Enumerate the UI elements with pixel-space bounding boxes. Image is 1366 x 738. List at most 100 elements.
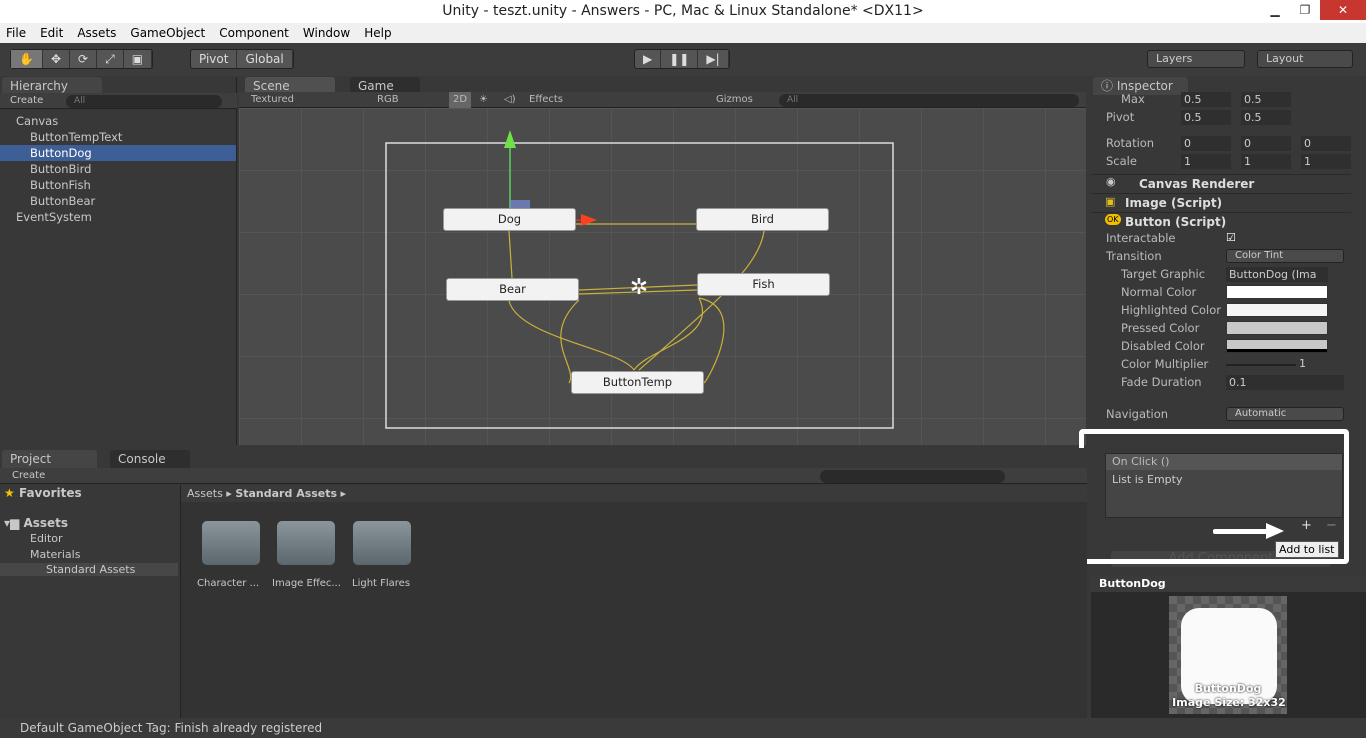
project-search[interactable]	[820, 470, 1005, 483]
pressed-color-swatch[interactable]	[1226, 321, 1328, 335]
2d-toggle[interactable]: 2D	[449, 92, 472, 108]
folder-icon[interactable]	[277, 521, 335, 565]
hierarchy-item[interactable]: ButtonBear	[0, 193, 236, 209]
assets-item[interactable]: ▾▆ Assets	[4, 516, 68, 530]
hierarchy-item[interactable]: Canvas	[0, 113, 236, 129]
hierarchy-item[interactable]: ButtonTempText	[0, 129, 236, 145]
scale-y-field[interactable]: 1	[1241, 154, 1291, 169]
folder-label[interactable]: Image Effec...	[272, 578, 341, 589]
project-create-button[interactable]: Create	[0, 470, 45, 481]
gizmos-dropdown[interactable]: Gizmos	[716, 92, 753, 108]
breadcrumb-standard-assets[interactable]: Standard Assets	[235, 487, 337, 500]
create-button[interactable]: Create	[0, 95, 43, 106]
color-multiplier-value[interactable]: 1	[1299, 357, 1306, 370]
hierarchy-item[interactable]: ButtonBird	[0, 161, 236, 177]
project-panel: Project Console Create ★ Favorites ▾▆ As…	[0, 448, 1087, 718]
rotation-x-field[interactable]: 0	[1181, 136, 1231, 151]
menu-window[interactable]: Window	[303, 23, 350, 43]
scale-tool-icon[interactable]: ⤢	[97, 50, 124, 68]
hand-tool-icon[interactable]: ✋	[11, 50, 43, 68]
hierarchy-panel: Hierarchy Create All Canvas ButtonTempTex…	[0, 77, 237, 445]
layout-dropdown[interactable]: Layout	[1257, 50, 1353, 68]
scale-label: Scale	[1106, 154, 1137, 168]
effects-dropdown[interactable]: Effects	[529, 92, 563, 108]
scale-x-field[interactable]: 1	[1181, 154, 1231, 169]
target-graphic-field[interactable]: ButtonDog (Ima	[1226, 267, 1328, 282]
maximize-button[interactable]: ❐	[1290, 0, 1320, 20]
step-button[interactable]: ▶|	[698, 50, 729, 68]
menu-component[interactable]: Component	[219, 23, 289, 43]
interactable-checkbox[interactable]: ☑	[1226, 231, 1236, 244]
star-icon: ★	[4, 486, 15, 500]
max-y-field[interactable]: 0.5	[1241, 92, 1291, 107]
rotation-y-field[interactable]: 0	[1241, 136, 1291, 151]
folder-icon[interactable]	[353, 521, 411, 565]
navigation-arrows	[508, 223, 765, 384]
rotation-z-field[interactable]: 0	[1301, 136, 1351, 151]
close-button[interactable]: ✕	[1320, 0, 1366, 20]
hierarchy-item[interactable]: ButtonFish	[0, 177, 236, 193]
pivot-toggle[interactable]: Pivot	[191, 50, 238, 68]
normal-color-label: Normal Color	[1121, 285, 1197, 299]
scene-search[interactable]: All	[779, 94, 1079, 107]
scene-button-fish[interactable]: Fish	[697, 273, 830, 296]
menu-edit[interactable]: Edit	[40, 23, 63, 43]
shading-dropdown[interactable]: Textured	[251, 92, 294, 108]
move-tool-icon[interactable]: ✥	[43, 50, 71, 68]
preview-name: ButtonDog	[1194, 682, 1262, 695]
scene-canvas: ✲	[385, 130, 894, 429]
pivot-y-field[interactable]: 0.5	[1241, 110, 1291, 125]
hierarchy-search[interactable]: All	[66, 95, 222, 108]
audio-icon[interactable]: ◁)	[504, 92, 516, 108]
favorites-item[interactable]: ★ Favorites	[4, 486, 82, 500]
component-canvas-renderer[interactable]: Canvas Renderer	[1091, 174, 1351, 193]
assets-label: Assets	[23, 516, 69, 530]
tree-item-standard-assets[interactable]: Standard Assets	[0, 563, 178, 576]
folder-icon[interactable]	[202, 521, 260, 565]
folder-label[interactable]: Character ...	[197, 578, 259, 589]
folder-label[interactable]: Light Flares	[352, 578, 410, 589]
menu-help[interactable]: Help	[364, 23, 391, 43]
menu-file[interactable]: File	[6, 23, 26, 43]
tab-console[interactable]: Console	[110, 450, 190, 468]
color-multiplier-slider[interactable]	[1226, 364, 1296, 366]
component-image[interactable]: Image (Script)	[1091, 193, 1351, 212]
minimize-button[interactable]: ▁	[1260, 0, 1290, 20]
color-multiplier-label: Color Multiplier	[1121, 357, 1209, 371]
max-x-field[interactable]: 0.5	[1181, 92, 1231, 107]
asset-browser: Assets ▸ Standard Assets ▸ Character ...…	[180, 485, 1087, 718]
y-arrow-icon	[504, 130, 516, 148]
global-toggle[interactable]: Global	[237, 50, 293, 68]
menu-assets[interactable]: Assets	[77, 23, 116, 43]
scene-view[interactable]: ✲ Dog Bird Bear Fish ButtonTemp	[239, 108, 1086, 445]
scene-button-dog[interactable]: Dog	[443, 208, 576, 231]
preview-title[interactable]: ButtonDog	[1091, 576, 1366, 592]
normal-color-swatch[interactable]	[1226, 285, 1328, 299]
disabled-color-swatch[interactable]	[1226, 339, 1328, 353]
tree-item-editor[interactable]: Editor	[30, 532, 63, 545]
scene-button-temp[interactable]: ButtonTemp	[571, 371, 704, 394]
hierarchy-item[interactable]: EventSystem	[0, 209, 236, 225]
hierarchy-item[interactable]: ButtonDog	[0, 145, 236, 161]
transition-dropdown[interactable]: Color Tint	[1226, 249, 1344, 263]
rect-pivot-icon: ✲	[630, 275, 648, 300]
rotate-tool-icon[interactable]: ⟳	[70, 50, 98, 68]
layers-dropdown[interactable]: Layers	[1147, 50, 1245, 68]
tree-item-materials[interactable]: Materials	[30, 548, 80, 561]
pivot-x-field[interactable]: 0.5	[1181, 110, 1231, 125]
scale-z-field[interactable]: 1	[1301, 154, 1351, 169]
pause-button[interactable]: ❚❚	[661, 50, 699, 68]
rect-tool-icon[interactable]: ▣	[124, 50, 153, 68]
tab-project[interactable]: Project	[2, 450, 97, 468]
scene-button-bird[interactable]: Bird	[696, 208, 829, 231]
fade-duration-field[interactable]: 0.1	[1226, 375, 1344, 390]
breadcrumb-assets[interactable]: Assets	[187, 487, 223, 500]
scene-button-bear[interactable]: Bear	[446, 278, 579, 301]
navigation-dropdown[interactable]: Automatic	[1226, 407, 1344, 421]
pivot-label: Pivot	[1106, 110, 1135, 124]
play-button[interactable]: ▶	[635, 50, 662, 68]
highlighted-color-swatch[interactable]	[1226, 303, 1328, 317]
render-mode-dropdown[interactable]: RGB	[377, 92, 399, 108]
menu-gameobject[interactable]: GameObject	[130, 23, 205, 43]
lighting-icon[interactable]: ☀	[479, 92, 488, 108]
